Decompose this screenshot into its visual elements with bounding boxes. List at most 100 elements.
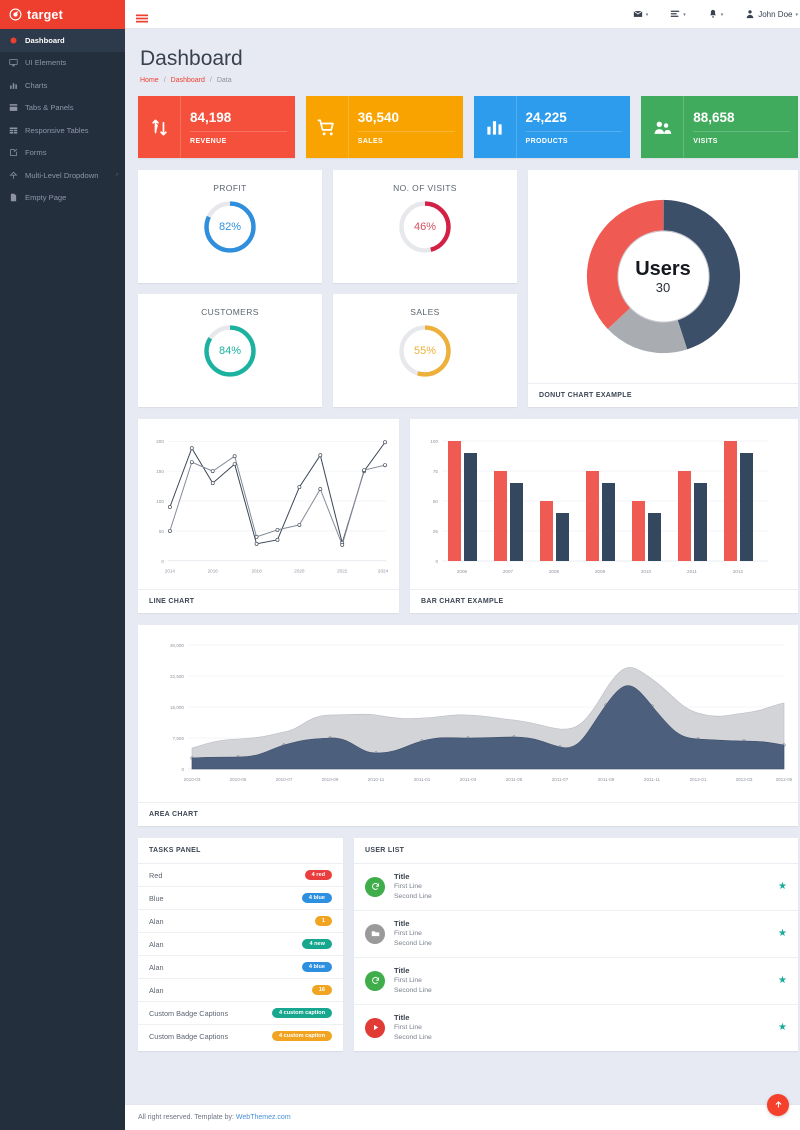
bar-chart-plot: 100 75 50 25 0 2006 2007 2008 2009 2010 …: [410, 419, 798, 589]
brand-name: target: [27, 7, 63, 22]
task-row[interactable]: Alan 4 blue: [138, 956, 343, 979]
tasks-users-row: TASKS PANEL Red 4 red Blue 4 blue Alan 1: [138, 838, 798, 1051]
gauge-card-customers: CUSTOMERS 84%: [138, 294, 322, 407]
breadcrumb-item-dashboard[interactable]: Dashboard: [171, 77, 205, 84]
refresh-icon: [365, 970, 385, 991]
messages-menu[interactable]: ▾: [633, 9, 648, 19]
user-menu[interactable]: John Doe ▾: [745, 9, 798, 19]
user-text: Title First Line Second Line: [394, 872, 769, 902]
sidebar-item-dashboard[interactable]: Dashboard: [0, 29, 125, 52]
svg-text:2010-09: 2010-09: [322, 777, 339, 782]
task-row[interactable]: Alan 16: [138, 979, 343, 1002]
list-item[interactable]: Title First Line Second Line ★: [354, 911, 798, 958]
svg-text:2010-05: 2010-05: [230, 777, 247, 782]
sidebar-item-responsive-tables[interactable]: Responsive Tables: [0, 119, 125, 142]
chevron-down-icon: ▾: [795, 12, 798, 18]
hamburger-icon[interactable]: [136, 10, 148, 22]
brand-logo[interactable]: target: [0, 0, 125, 29]
breadcrumb-separator: /: [163, 77, 166, 84]
task-row[interactable]: Red 4 red: [138, 864, 343, 887]
sidebar-nav: Dashboard UI Elements Charts Tabs & Pane…: [0, 29, 125, 209]
footer: All right reserved. Template by: WebThem…: [125, 1104, 800, 1130]
gauge-card-sales: SALES 55%: [333, 294, 517, 407]
task-badge: 4 blue: [301, 962, 332, 972]
gauge-title: SALES: [410, 307, 440, 317]
footer-link[interactable]: WebThemez.com: [236, 1114, 291, 1121]
star-icon[interactable]: ★: [778, 881, 787, 892]
sidebar-item-tabs-panels[interactable]: Tabs & Panels: [0, 97, 125, 120]
gauge-value: 55%: [413, 345, 437, 357]
footer-text: All right reserved. Template by:: [138, 1114, 236, 1121]
sidebar-item-ui-elements[interactable]: UI Elements: [0, 52, 125, 75]
gauge-value: 82%: [218, 221, 242, 233]
svg-text:50: 50: [159, 529, 165, 534]
dashboard-dot-icon: [9, 36, 18, 45]
stat-card-products[interactable]: 24,225 PRODUCTS: [473, 96, 631, 158]
svg-text:2024: 2024: [378, 569, 389, 574]
svg-text:50: 50: [433, 499, 439, 504]
task-badge: 4 red: [304, 870, 332, 880]
star-icon[interactable]: ★: [778, 1022, 787, 1033]
sidebar-item-forms[interactable]: Forms: [0, 142, 125, 165]
area-chart-footer: AREA CHART: [138, 802, 798, 826]
stat-card-visits[interactable]: 88,658 VISITS: [641, 96, 798, 158]
breadcrumb-item-home[interactable]: Home: [140, 77, 159, 84]
svg-text:2014: 2014: [165, 569, 176, 574]
task-row[interactable]: Alan 4 new: [138, 933, 343, 956]
stat-value: 36,540: [357, 109, 400, 125]
area-chart-card: 30,000 22,500 15,000 7,500 0 2010-03 201…: [138, 625, 798, 826]
star-icon[interactable]: ★: [778, 928, 787, 939]
scroll-top-button[interactable]: [767, 1094, 789, 1116]
notifications-menu[interactable]: ▾: [708, 9, 723, 19]
sidebar-item-label: Empty Page: [25, 193, 67, 203]
svg-text:200: 200: [156, 439, 164, 444]
divider: [525, 131, 623, 133]
bar-chart-footer: BAR CHART EXAMPLE: [410, 589, 798, 613]
user-text: Title First Line Second Line: [394, 1013, 769, 1043]
content: Dashboard Home / Dashboard / Data 84,198: [125, 29, 800, 1098]
sidebar-item-label: Tabs & Panels: [25, 103, 74, 113]
folder-icon: [365, 923, 385, 944]
donut-center-title: Users: [635, 258, 691, 280]
user-text: Title First Line Second Line: [394, 966, 769, 996]
svg-text:2006: 2006: [457, 569, 468, 574]
stat-card-revenue[interactable]: 84,198 REVENUE: [138, 96, 295, 158]
user-second-line: Second Line: [394, 1033, 432, 1041]
svg-text:2010-11: 2010-11: [368, 777, 385, 782]
stat-cards: 84,198 REVENUE 36,540 SALES 24,225 PRODU…: [138, 96, 798, 158]
sidebar-item-charts[interactable]: Charts: [0, 74, 125, 97]
breadcrumb-item-data: Data: [216, 77, 232, 84]
svg-text:2011: 2011: [687, 569, 697, 574]
user-first-line: First Line: [394, 883, 422, 891]
svg-text:2012: 2012: [733, 569, 744, 574]
donut-chart: Users 30: [581, 194, 746, 359]
svg-text:2008: 2008: [549, 569, 560, 574]
task-label: Custom Badge Captions: [149, 1031, 229, 1041]
user-title: Title: [394, 872, 410, 881]
sidebar-item-multi-level-dropdown[interactable]: Multi-Level Dropdown ›: [0, 164, 125, 187]
chevron-right-icon: ›: [116, 172, 118, 179]
sidebar-item-empty-page[interactable]: Empty Page: [0, 187, 125, 210]
list-item[interactable]: Title First Line Second Line ★: [354, 1005, 798, 1051]
task-row[interactable]: Custom Badge Captions 4 custom caption: [138, 1002, 343, 1025]
table-icon: [9, 126, 18, 135]
stat-card-sales[interactable]: 36,540 SALES: [305, 96, 463, 158]
divider: [693, 131, 790, 133]
task-row[interactable]: Blue 4 blue: [138, 887, 343, 910]
list-item[interactable]: Title First Line Second Line ★: [354, 958, 798, 1005]
bell-icon: [708, 9, 718, 19]
user-text: Title First Line Second Line: [394, 919, 769, 949]
sitemap-icon: [9, 171, 18, 180]
svg-text:2011-01: 2011-01: [414, 777, 431, 782]
svg-text:2011-05: 2011-05: [506, 777, 523, 782]
tasks-menu[interactable]: ▾: [670, 9, 686, 19]
svg-text:2011-09: 2011-09: [598, 777, 615, 782]
task-row[interactable]: Custom Badge Captions 4 custom caption: [138, 1025, 343, 1047]
list-item[interactable]: Title First Line Second Line ★: [354, 864, 798, 911]
user-second-line: Second Line: [394, 893, 432, 901]
task-row[interactable]: Alan 1: [138, 910, 343, 933]
gauge-title: NO. OF VISITS: [393, 183, 457, 193]
user-list-header: USER LIST: [354, 838, 798, 864]
star-icon[interactable]: ★: [778, 975, 787, 986]
sidebar-item-label: UI Elements: [25, 58, 67, 68]
